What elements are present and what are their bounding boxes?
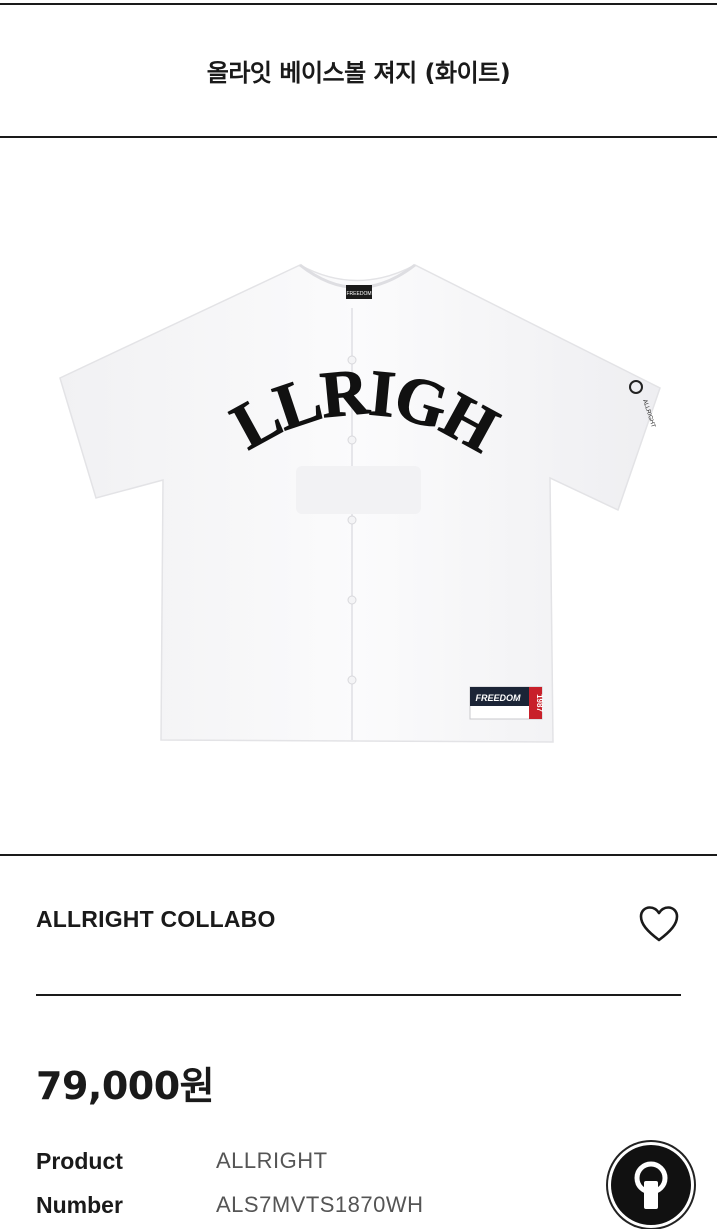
- patch-year-text: 1987: [535, 694, 544, 712]
- keyhole-icon: [634, 1161, 668, 1209]
- info-row-number: Number ALS7MVTS1870WH: [36, 1192, 596, 1228]
- page-title: 올라잇 베이스볼 져지 (화이트): [206, 59, 511, 87]
- info-row-product: Product ALLRIGHT: [36, 1148, 596, 1184]
- wishlist-button[interactable]: [637, 904, 681, 944]
- heart-outline-icon: [639, 906, 679, 942]
- page-header: 올라잇 베이스볼 져지 (화이트): [0, 5, 717, 136]
- product-image[interactable]: FREEDOM ALLRIGHT ALLRIGHT FREEDOM 1987: [0, 138, 717, 854]
- brand-name[interactable]: ALLRIGHT COLLABO: [36, 906, 276, 933]
- brand-divider: [36, 994, 681, 996]
- product-price: 79,000원: [36, 1064, 215, 1108]
- info-label: Number: [36, 1192, 123, 1218]
- info-label: Product: [36, 1148, 123, 1174]
- floating-action-button[interactable]: [611, 1145, 691, 1225]
- image-divider: [0, 854, 717, 856]
- brand-row: ALLRIGHT COLLABO: [36, 890, 681, 950]
- info-value: ALLRIGHT: [216, 1148, 328, 1173]
- jersey-illustration: FREEDOM ALLRIGHT ALLRIGHT FREEDOM 1987: [0, 138, 661, 743]
- patch-text: FREEDOM: [476, 693, 522, 703]
- info-value: ALS7MVTS1870WH: [216, 1192, 424, 1217]
- neck-label-text: FREEDOM: [347, 291, 372, 297]
